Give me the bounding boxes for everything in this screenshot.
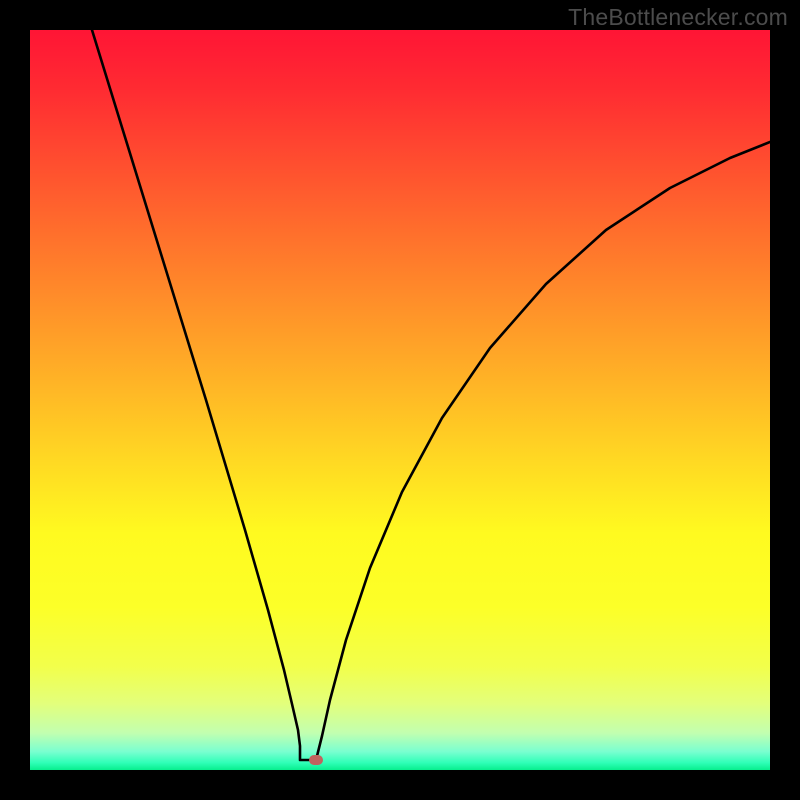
plot-area bbox=[30, 30, 770, 770]
bottleneck-curve bbox=[30, 30, 770, 770]
chart-frame: TheBottlenecker.com bbox=[0, 0, 800, 800]
optimal-point-marker bbox=[309, 755, 323, 765]
watermark-text: TheBottlenecker.com bbox=[568, 4, 788, 31]
